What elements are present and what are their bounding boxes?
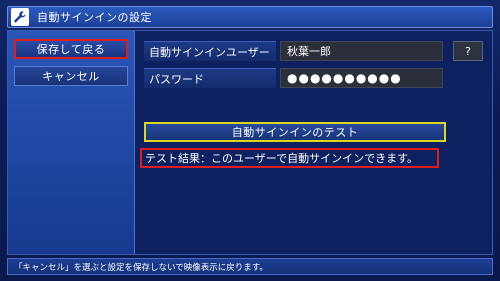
window-title: 自動サインインの設定 [37,11,152,24]
test-auto-signin-button[interactable]: 自動サインインのテスト [144,122,446,142]
settings-panel: 保存して戻る キャンセル 自動サインインユーザー 秋葉一郎 ? パスワード ●●… [7,30,493,255]
password-field[interactable]: ●●●●●●●●●● [280,68,443,88]
sidebar: 保存して戻る キャンセル [8,31,135,254]
main-area: 自動サインインユーザー 秋葉一郎 ? パスワード ●●●●●●●●●● 自動サイ… [136,31,493,254]
test-button-label: 自動サインインのテスト [231,126,359,139]
save-and-return-label: 保存して戻る [36,43,106,56]
user-field[interactable]: 秋葉一郎 [280,41,443,61]
password-label: パスワード [144,68,276,88]
save-and-return-button[interactable]: 保存して戻る [14,39,128,59]
help-button[interactable]: ? [453,41,483,61]
title-bar: 自動サインインの設定 [7,6,493,28]
cancel-button[interactable]: キャンセル [14,66,128,86]
wrench-icon [11,8,29,26]
user-label: 自動サインインユーザー [144,41,276,61]
cancel-label: キャンセル [42,70,100,83]
app-window: 自動サインインの設定 保存して戻る キャンセル 自動サインインユーザー 秋葉一郎… [0,0,500,281]
status-bar: 「キャンセル」を選ぶと設定を保存しないで映像表示に戻ります。 [7,258,493,275]
test-result: テスト結果：このユーザーで自動サインインできます。 [140,148,439,168]
